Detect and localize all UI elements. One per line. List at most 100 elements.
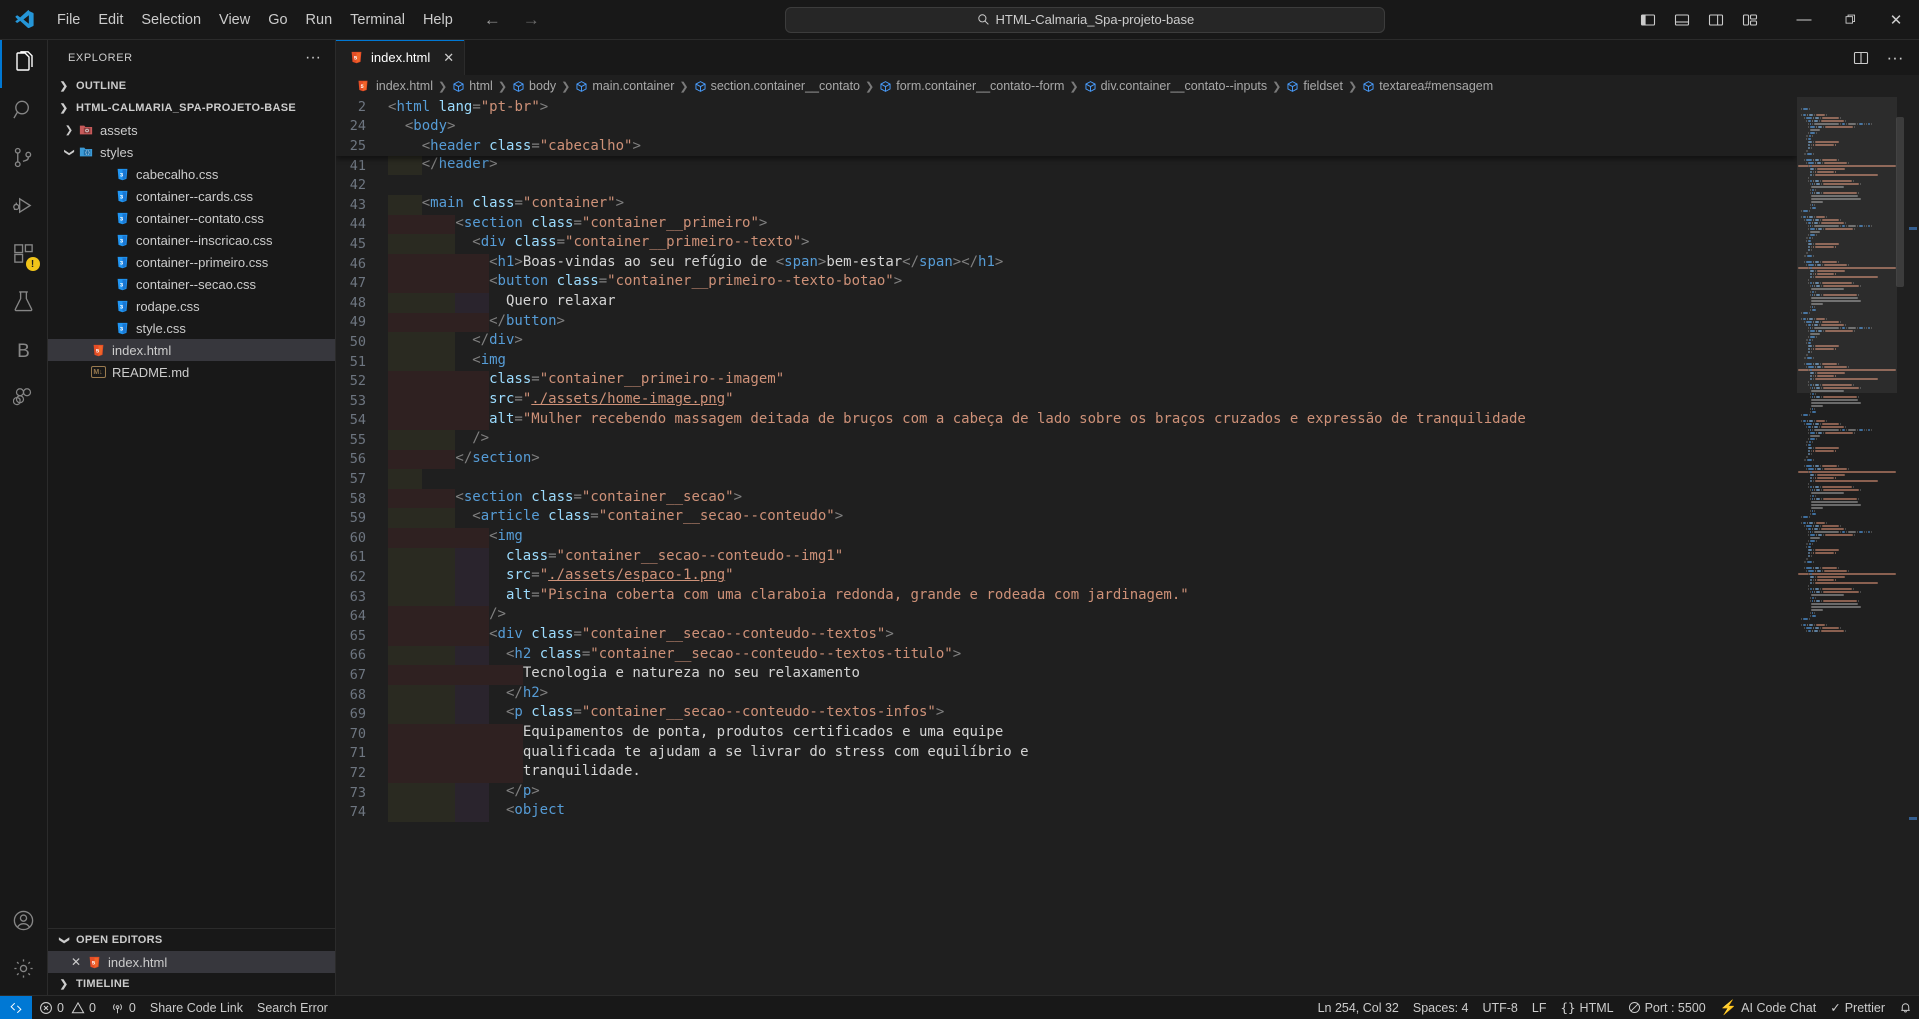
close-icon[interactable]: ✕	[66, 955, 86, 969]
section-outline[interactable]: ❯ OUTLINE	[48, 75, 335, 97]
breadcrumb-item-div-inputs[interactable]: div.container__contato--inputs	[1084, 79, 1267, 93]
status-search-error[interactable]: Search Error	[250, 996, 335, 1019]
code-line[interactable]: 66 <h2 class="container__secao--conteudo-…	[336, 645, 1797, 666]
sticky-scroll-lines[interactable]: 2 <html lang="pt-br"> 24 <body> 25 <header cl…	[336, 97, 1797, 156]
code-line[interactable]: 62 src="./assets/espaco-1.png"	[336, 567, 1797, 587]
minimap-slider[interactable]	[1797, 97, 1897, 393]
code-line[interactable]: 44 <section class="container__primeiro">	[336, 214, 1797, 235]
activity-search[interactable]	[0, 88, 48, 136]
status-warnings[interactable]: 0	[71, 996, 103, 1019]
command-center[interactable]: HTML-Calmaria_Spa-projeto-base	[785, 6, 1386, 33]
customize-layout-icon[interactable]	[1733, 4, 1767, 36]
menu-edit[interactable]: Edit	[89, 8, 132, 32]
code-line[interactable]: 69 <p class="container__secao--conteudo--…	[336, 704, 1797, 724]
scrollbar-thumb[interactable]	[1896, 117, 1904, 287]
code-lines[interactable]: 41 </header> 42 43 <main class="container"> 4…	[336, 155, 1797, 822]
code-line[interactable]: 73 </p>	[336, 782, 1797, 803]
code-editor[interactable]: 2 <html lang="pt-br"> 24 <body> 25 <header cl…	[336, 97, 1919, 995]
toggle-panel-icon[interactable]	[1665, 4, 1699, 36]
code-line[interactable]: 59 <article class="container__secao--cont…	[336, 508, 1797, 529]
activity-extensions[interactable]: !	[0, 232, 48, 280]
section-project[interactable]: ❯ HTML-CALMARIA_SPA-PROJETO-BASE	[48, 97, 335, 119]
code-line[interactable]: 45 <div class="container__primeiro--texto…	[336, 234, 1797, 254]
status-indentation[interactable]: Spaces: 4	[1406, 996, 1476, 1019]
tree-item-rodape-css[interactable]: 3 rodape.css	[48, 295, 335, 317]
status-errors[interactable]: 0	[32, 996, 71, 1019]
tree-item-cabecalho-css[interactable]: 3 cabecalho.css	[48, 163, 335, 185]
code-line[interactable]: 68 </h2>	[336, 684, 1797, 705]
breadcrumb-item-section-contato[interactable]: section.container__contato	[694, 79, 860, 93]
menu-help[interactable]: Help	[414, 8, 462, 32]
code-line[interactable]: 58 <section class="container__secao">	[336, 488, 1797, 509]
status-remote-window[interactable]	[0, 995, 32, 1019]
code-line[interactable]: 74 <object	[336, 802, 1797, 822]
tree-item-container-contato-css[interactable]: 3 container--contato.css	[48, 207, 335, 229]
breadcrumb-item-main-container[interactable]: main.container	[575, 79, 674, 93]
activity-settings[interactable]	[0, 947, 48, 995]
code-line[interactable]: 54 alt="Mulher recebendo massagem deitada…	[336, 410, 1797, 431]
code-line[interactable]: 71 qualificada te ajudam a se livrar do s…	[336, 743, 1797, 764]
menu-go[interactable]: Go	[259, 8, 296, 32]
code-line[interactable]: 70 Equipamentos de ponta, produtos certif…	[336, 724, 1797, 744]
status-eol[interactable]: LF	[1525, 996, 1554, 1019]
arrow-left-icon[interactable]: ←	[484, 10, 501, 30]
open-editor-index-html[interactable]: ✕ 5 index.html	[48, 951, 335, 973]
tab-index-html[interactable]: 5 index.html ✕	[336, 40, 466, 75]
activity-figma[interactable]	[0, 376, 48, 424]
code-line[interactable]: 55 />	[336, 430, 1797, 450]
split-editor-right-icon[interactable]	[1847, 44, 1875, 72]
tree-item-container-secao-css[interactable]: 3 container--secao.css	[48, 273, 335, 295]
status-live-server-port[interactable]: Port : 5500	[1621, 996, 1713, 1019]
code-line[interactable]: 60 <img	[336, 528, 1797, 548]
sidebar-more-actions-icon[interactable]: ···	[299, 49, 327, 66]
activity-blackbox[interactable]: B	[0, 328, 48, 376]
code-line[interactable]: 50 </div>	[336, 332, 1797, 352]
tree-item-index-html[interactable]: 5 index.html	[48, 339, 335, 361]
code-line[interactable]: 42	[336, 175, 1797, 195]
status-encoding[interactable]: UTF-8	[1475, 996, 1524, 1019]
menu-terminal[interactable]: Terminal	[341, 8, 414, 32]
section-timeline[interactable]: ❯ TIMELINE	[48, 973, 335, 995]
code-line[interactable]: 43 <main class="container">	[336, 194, 1797, 215]
tree-item-styles[interactable]: ❯ {} styles	[48, 141, 335, 163]
status-cursor-position[interactable]: Ln 254, Col 32	[1311, 996, 1406, 1019]
status-prettier[interactable]: ✓ Prettier	[1823, 996, 1892, 1019]
toggle-secondary-sidebar-icon[interactable]	[1699, 4, 1733, 36]
tree-item-style-css[interactable]: 3 style.css	[48, 317, 335, 339]
tree-item-container-primeiro-css[interactable]: 3 container--primeiro.css	[48, 251, 335, 273]
code-line[interactable]: 64 />	[336, 606, 1797, 627]
code-line[interactable]: 67 Tecnologia e natureza no seu relaxamen…	[336, 665, 1797, 685]
tree-item-container-cards-css[interactable]: 3 container--cards.css	[48, 185, 335, 207]
tree-item-assets[interactable]: ❯ assets	[48, 119, 335, 141]
code-line[interactable]: 61 class="container__secao--conteudo--img…	[336, 547, 1797, 568]
code-line[interactable]: 56 </section>	[336, 449, 1797, 470]
menu-run[interactable]: Run	[297, 8, 342, 32]
code-line[interactable]: 52 class="container__primeiro--imagem"	[336, 371, 1797, 391]
code-line[interactable]: 53 src="./assets/home-image.png"	[336, 390, 1797, 411]
breadcrumb-item-textarea-mensagem[interactable]: textarea#mensagem	[1362, 79, 1493, 93]
editor-more-actions-icon[interactable]: ···	[1881, 44, 1909, 72]
code-line[interactable]: 47 <button class="container__primeiro--te…	[336, 273, 1797, 293]
maximize-button[interactable]	[1827, 0, 1873, 40]
code-line[interactable]: 49 </button>	[336, 312, 1797, 333]
code-line[interactable]: 25 <header class="cabecalho">	[336, 136, 1797, 156]
code-line[interactable]: 63 alt="Piscina coberta com uma claraboia…	[336, 586, 1797, 607]
code-line[interactable]: 41 </header>	[336, 155, 1797, 176]
status-ai-code-chat[interactable]: ⚡ AI Code Chat	[1713, 996, 1823, 1019]
tree-item-container-inscricao-css[interactable]: 3 container--inscricao.css	[48, 229, 335, 251]
activity-source-control[interactable]	[0, 136, 48, 184]
minimize-button[interactable]: —	[1781, 0, 1827, 40]
code-line[interactable]: 72 tranquilidade.	[336, 763, 1797, 783]
status-notifications[interactable]	[1892, 996, 1919, 1019]
code-line[interactable]: 51 <img	[336, 351, 1797, 372]
menu-selection[interactable]: Selection	[132, 8, 210, 32]
overview-ruler[interactable]	[1905, 97, 1919, 995]
breadcrumb-item-html[interactable]: html	[452, 79, 493, 93]
status-language-mode[interactable]: {} HTML	[1553, 996, 1620, 1019]
breadcrumb-item-form[interactable]: form.container__contato--form	[879, 79, 1064, 93]
status-share-code-link[interactable]: Share Code Link	[143, 996, 250, 1019]
activity-run-debug[interactable]	[0, 184, 48, 232]
code-line[interactable]: 65 <div class="container__secao--conteudo…	[336, 626, 1797, 646]
arrow-right-icon[interactable]: →	[523, 10, 540, 30]
minimap[interactable]	[1797, 97, 1905, 995]
